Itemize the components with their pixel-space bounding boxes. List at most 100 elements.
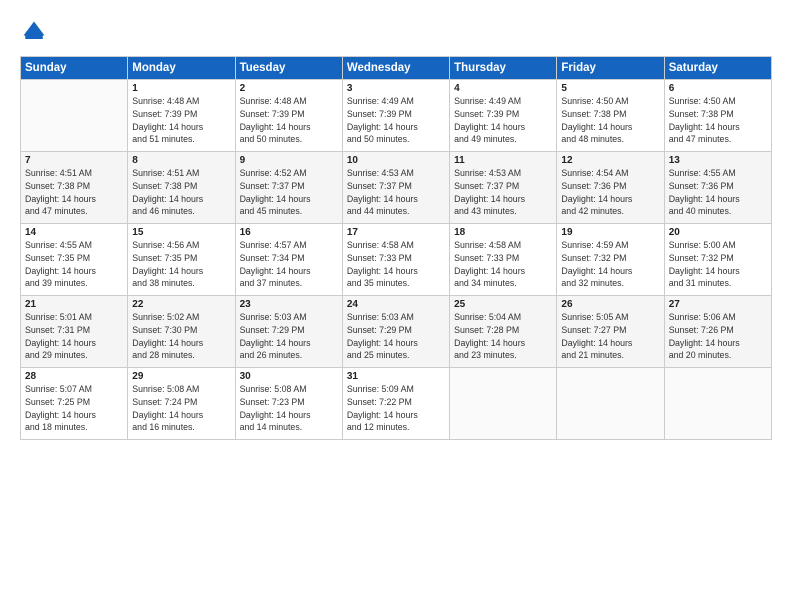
day-info: Sunrise: 4:49 AM Sunset: 7:39 PM Dayligh… (347, 95, 445, 146)
day-cell (557, 368, 664, 440)
day-number: 10 (347, 155, 445, 166)
day-number: 27 (669, 299, 767, 310)
day-cell: 26Sunrise: 5:05 AM Sunset: 7:27 PM Dayli… (557, 296, 664, 368)
day-cell: 8Sunrise: 4:51 AM Sunset: 7:38 PM Daylig… (128, 152, 235, 224)
day-info: Sunrise: 5:08 AM Sunset: 7:23 PM Dayligh… (240, 383, 338, 434)
day-number: 3 (347, 83, 445, 94)
day-cell: 10Sunrise: 4:53 AM Sunset: 7:37 PM Dayli… (342, 152, 449, 224)
week-row-1: 1Sunrise: 4:48 AM Sunset: 7:39 PM Daylig… (21, 80, 772, 152)
day-cell: 18Sunrise: 4:58 AM Sunset: 7:33 PM Dayli… (450, 224, 557, 296)
day-info: Sunrise: 4:57 AM Sunset: 7:34 PM Dayligh… (240, 239, 338, 290)
day-cell: 22Sunrise: 5:02 AM Sunset: 7:30 PM Dayli… (128, 296, 235, 368)
week-row-5: 28Sunrise: 5:07 AM Sunset: 7:25 PM Dayli… (21, 368, 772, 440)
day-info: Sunrise: 5:08 AM Sunset: 7:24 PM Dayligh… (132, 383, 230, 434)
day-number: 12 (561, 155, 659, 166)
day-cell: 20Sunrise: 5:00 AM Sunset: 7:32 PM Dayli… (664, 224, 771, 296)
calendar-table: SundayMondayTuesdayWednesdayThursdayFrid… (20, 56, 772, 440)
day-info: Sunrise: 4:58 AM Sunset: 7:33 PM Dayligh… (347, 239, 445, 290)
day-info: Sunrise: 4:52 AM Sunset: 7:37 PM Dayligh… (240, 167, 338, 218)
header-cell-wednesday: Wednesday (342, 57, 449, 80)
day-number: 4 (454, 83, 552, 94)
day-cell: 4Sunrise: 4:49 AM Sunset: 7:39 PM Daylig… (450, 80, 557, 152)
day-cell: 5Sunrise: 4:50 AM Sunset: 7:38 PM Daylig… (557, 80, 664, 152)
day-cell: 29Sunrise: 5:08 AM Sunset: 7:24 PM Dayli… (128, 368, 235, 440)
day-info: Sunrise: 4:53 AM Sunset: 7:37 PM Dayligh… (347, 167, 445, 218)
day-number: 6 (669, 83, 767, 94)
day-info: Sunrise: 4:58 AM Sunset: 7:33 PM Dayligh… (454, 239, 552, 290)
day-number: 7 (25, 155, 123, 166)
day-cell: 28Sunrise: 5:07 AM Sunset: 7:25 PM Dayli… (21, 368, 128, 440)
week-row-3: 14Sunrise: 4:55 AM Sunset: 7:35 PM Dayli… (21, 224, 772, 296)
day-cell: 24Sunrise: 5:03 AM Sunset: 7:29 PM Dayli… (342, 296, 449, 368)
day-number: 28 (25, 371, 123, 382)
day-cell: 2Sunrise: 4:48 AM Sunset: 7:39 PM Daylig… (235, 80, 342, 152)
day-info: Sunrise: 4:50 AM Sunset: 7:38 PM Dayligh… (561, 95, 659, 146)
day-cell: 30Sunrise: 5:08 AM Sunset: 7:23 PM Dayli… (235, 368, 342, 440)
day-cell: 1Sunrise: 4:48 AM Sunset: 7:39 PM Daylig… (128, 80, 235, 152)
day-info: Sunrise: 4:55 AM Sunset: 7:36 PM Dayligh… (669, 167, 767, 218)
day-cell: 17Sunrise: 4:58 AM Sunset: 7:33 PM Dayli… (342, 224, 449, 296)
day-info: Sunrise: 4:51 AM Sunset: 7:38 PM Dayligh… (132, 167, 230, 218)
day-cell: 21Sunrise: 5:01 AM Sunset: 7:31 PM Dayli… (21, 296, 128, 368)
day-number: 9 (240, 155, 338, 166)
day-cell: 13Sunrise: 4:55 AM Sunset: 7:36 PM Dayli… (664, 152, 771, 224)
day-number: 30 (240, 371, 338, 382)
header-cell-thursday: Thursday (450, 57, 557, 80)
day-number: 22 (132, 299, 230, 310)
calendar-page: SundayMondayTuesdayWednesdayThursdayFrid… (0, 0, 792, 612)
calendar-body: 1Sunrise: 4:48 AM Sunset: 7:39 PM Daylig… (21, 80, 772, 440)
day-number: 8 (132, 155, 230, 166)
day-info: Sunrise: 4:54 AM Sunset: 7:36 PM Dayligh… (561, 167, 659, 218)
day-cell: 27Sunrise: 5:06 AM Sunset: 7:26 PM Dayli… (664, 296, 771, 368)
day-number: 29 (132, 371, 230, 382)
day-info: Sunrise: 5:02 AM Sunset: 7:30 PM Dayligh… (132, 311, 230, 362)
day-number: 14 (25, 227, 123, 238)
day-number: 23 (240, 299, 338, 310)
day-number: 13 (669, 155, 767, 166)
day-number: 25 (454, 299, 552, 310)
day-number: 5 (561, 83, 659, 94)
header-cell-saturday: Saturday (664, 57, 771, 80)
day-number: 2 (240, 83, 338, 94)
day-info: Sunrise: 5:09 AM Sunset: 7:22 PM Dayligh… (347, 383, 445, 434)
week-row-4: 21Sunrise: 5:01 AM Sunset: 7:31 PM Dayli… (21, 296, 772, 368)
day-info: Sunrise: 4:56 AM Sunset: 7:35 PM Dayligh… (132, 239, 230, 290)
day-info: Sunrise: 5:07 AM Sunset: 7:25 PM Dayligh… (25, 383, 123, 434)
day-number: 17 (347, 227, 445, 238)
header-cell-tuesday: Tuesday (235, 57, 342, 80)
header-cell-monday: Monday (128, 57, 235, 80)
day-cell (664, 368, 771, 440)
day-cell: 14Sunrise: 4:55 AM Sunset: 7:35 PM Dayli… (21, 224, 128, 296)
header (20, 18, 772, 46)
day-number: 26 (561, 299, 659, 310)
day-info: Sunrise: 4:53 AM Sunset: 7:37 PM Dayligh… (454, 167, 552, 218)
day-cell: 11Sunrise: 4:53 AM Sunset: 7:37 PM Dayli… (450, 152, 557, 224)
day-cell (21, 80, 128, 152)
day-cell: 12Sunrise: 4:54 AM Sunset: 7:36 PM Dayli… (557, 152, 664, 224)
week-row-2: 7Sunrise: 4:51 AM Sunset: 7:38 PM Daylig… (21, 152, 772, 224)
day-cell: 9Sunrise: 4:52 AM Sunset: 7:37 PM Daylig… (235, 152, 342, 224)
day-cell: 3Sunrise: 4:49 AM Sunset: 7:39 PM Daylig… (342, 80, 449, 152)
logo (20, 18, 52, 46)
day-info: Sunrise: 5:04 AM Sunset: 7:28 PM Dayligh… (454, 311, 552, 362)
day-info: Sunrise: 4:59 AM Sunset: 7:32 PM Dayligh… (561, 239, 659, 290)
day-number: 16 (240, 227, 338, 238)
day-cell: 31Sunrise: 5:09 AM Sunset: 7:22 PM Dayli… (342, 368, 449, 440)
day-info: Sunrise: 4:50 AM Sunset: 7:38 PM Dayligh… (669, 95, 767, 146)
day-info: Sunrise: 4:55 AM Sunset: 7:35 PM Dayligh… (25, 239, 123, 290)
day-cell: 25Sunrise: 5:04 AM Sunset: 7:28 PM Dayli… (450, 296, 557, 368)
day-number: 18 (454, 227, 552, 238)
day-info: Sunrise: 5:03 AM Sunset: 7:29 PM Dayligh… (347, 311, 445, 362)
day-cell: 15Sunrise: 4:56 AM Sunset: 7:35 PM Dayli… (128, 224, 235, 296)
day-cell: 19Sunrise: 4:59 AM Sunset: 7:32 PM Dayli… (557, 224, 664, 296)
day-number: 20 (669, 227, 767, 238)
calendar-header: SundayMondayTuesdayWednesdayThursdayFrid… (21, 57, 772, 80)
header-cell-sunday: Sunday (21, 57, 128, 80)
day-cell: 23Sunrise: 5:03 AM Sunset: 7:29 PM Dayli… (235, 296, 342, 368)
day-number: 15 (132, 227, 230, 238)
header-row: SundayMondayTuesdayWednesdayThursdayFrid… (21, 57, 772, 80)
day-info: Sunrise: 5:06 AM Sunset: 7:26 PM Dayligh… (669, 311, 767, 362)
day-cell: 7Sunrise: 4:51 AM Sunset: 7:38 PM Daylig… (21, 152, 128, 224)
day-info: Sunrise: 4:51 AM Sunset: 7:38 PM Dayligh… (25, 167, 123, 218)
day-info: Sunrise: 4:48 AM Sunset: 7:39 PM Dayligh… (240, 95, 338, 146)
